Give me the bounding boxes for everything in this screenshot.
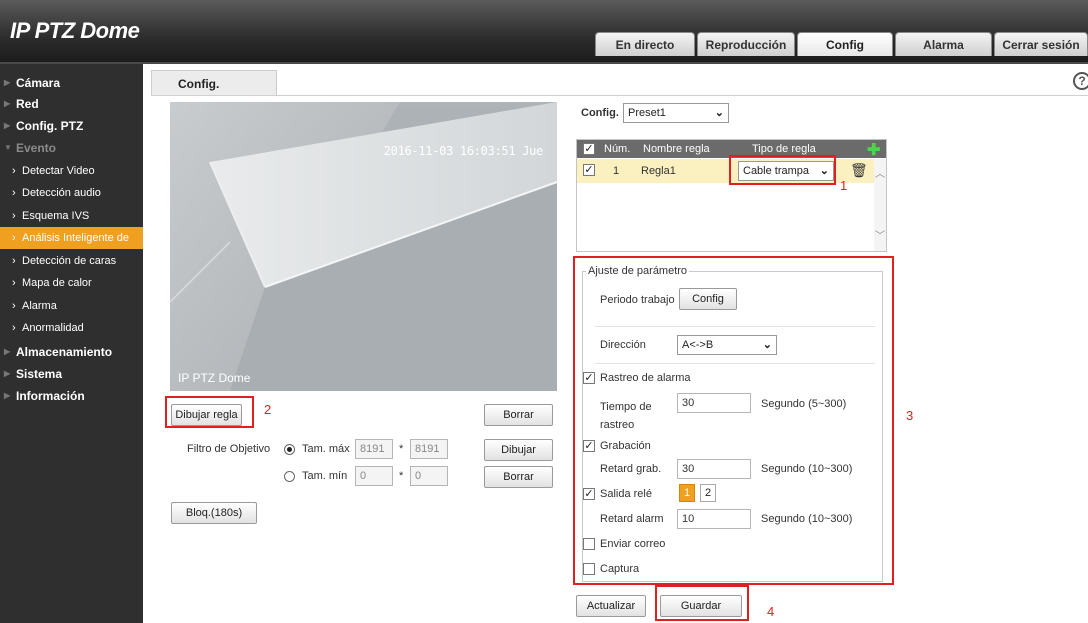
sidebar-item-label: Config. PTZ [16,119,84,133]
chevron-right-icon: › [12,322,16,334]
rule-name: Regla1 [641,165,676,177]
tab-alarm[interactable]: Alarma [895,32,992,56]
draw-filter-button[interactable]: Dibujar [484,439,553,461]
select-all-checkbox[interactable]: ✓ [583,143,595,155]
video-timestamp: 2016-11-03 16:03:51 Jue [383,144,544,158]
tab-underline [151,95,1088,96]
header-divider [0,62,1088,64]
chevron-down-icon: ⌄ [714,107,724,119]
col-header-num: Núm. [604,143,631,155]
sidebar-item-label: Detectar Video [22,165,95,177]
chevron-right-icon: › [12,300,16,312]
triangle-right-icon: ▶ [4,121,11,130]
tab-config[interactable]: Config [797,32,893,56]
sidebar: ▶ Cámara ▶ Red ▶ Config. PTZ ▼ Evento › Detec… [0,64,143,623]
sidebar-item-alarma[interactable]: › Alarma [0,295,143,317]
min-size-height-input[interactable]: 0 [410,466,448,486]
triangle-right-icon: ▶ [4,369,11,378]
max-size-radio[interactable] [284,444,295,455]
tab-playback[interactable]: Reproducción [697,32,795,56]
sidebar-item-label: Detección audio [22,187,101,199]
video-preview[interactable]: 2016-11-03 16:03:51 Jue IP PTZ Dome [170,102,557,391]
sidebar-item-sistema[interactable]: ▶ Sistema [0,363,143,385]
sidebar-item-analisis-inteligente[interactable]: › Análisis Inteligente de [0,227,143,249]
max-size-label: Tam. máx [302,443,350,455]
video-channel-name: IP PTZ Dome [178,371,251,385]
sidebar-item-mapa-calor[interactable]: › Mapa de calor [0,272,143,294]
col-header-name: Nombre regla [643,143,710,155]
tab-live[interactable]: En directo [595,32,695,56]
sidebar-item-label: Detección de caras [22,255,117,267]
sidebar-item-label: Red [16,97,39,111]
annotation-number: 4 [767,604,775,619]
col-header-type: Tipo de regla [752,143,816,155]
preset-select-value: Preset1 [628,107,666,119]
sidebar-item-label: Mapa de calor [22,277,92,289]
sidebar-item-label: Almacenamiento [16,345,113,359]
target-filter-label: Filtro de Objetivo [187,443,271,455]
lock-button[interactable]: Bloq.(180s) [171,502,257,524]
min-size-radio[interactable] [284,471,295,482]
add-rule-icon[interactable]: ✚ [867,140,880,160]
triangle-right-icon: ▶ [4,99,11,108]
config-select-label: Config. [581,107,619,119]
highlight-box-2 [165,396,254,428]
min-size-width-input[interactable]: 0 [355,466,393,486]
scroll-up-icon[interactable]: ︿ [875,165,885,180]
rule-table-scrollbar[interactable]: ︿ ﹀ [874,159,886,251]
min-size-label: Tam. mín [302,470,348,482]
sidebar-item-label: Sistema [16,367,63,381]
sidebar-item-red[interactable]: ▶ Red [0,93,143,115]
sidebar-item-deteccion-audio[interactable]: › Detección audio [0,182,143,204]
tab-config-page[interactable]: Config. [151,70,277,96]
max-size-height-input[interactable]: 8191 [410,439,448,459]
sidebar-item-label: Análisis Inteligente de [22,232,130,244]
highlight-box-4 [655,585,749,621]
chevron-right-icon: › [12,277,16,289]
sidebar-item-evento[interactable]: ▼ Evento [0,137,143,159]
size-separator: * [399,470,404,482]
sidebar-item-label: Información [16,389,85,403]
help-icon[interactable]: ? [1073,72,1088,90]
triangle-down-icon: ▼ [4,143,12,152]
sidebar-item-almacenamiento[interactable]: ▶ Almacenamiento [0,341,143,363]
sidebar-item-detectar-video[interactable]: › Detectar Video [0,160,143,182]
sidebar-item-anormalidad[interactable]: › Anormalidad [0,317,143,339]
chevron-right-icon: › [12,187,16,199]
max-size-width-input[interactable]: 8191 [355,439,393,459]
triangle-right-icon: ▶ [4,347,11,356]
annotation-number: 3 [906,408,914,423]
annotation-number: 2 [264,402,272,417]
chevron-right-icon: › [12,165,16,177]
preset-select[interactable]: Preset1 ⌄ [623,103,729,123]
sidebar-item-informacion[interactable]: ▶ Información [0,385,143,407]
triangle-right-icon: ▶ [4,391,11,400]
chevron-right-icon: › [12,232,16,244]
product-logo: IP PTZ Dome [10,18,140,43]
size-separator: * [399,443,404,455]
sidebar-item-label: Anormalidad [22,322,84,334]
trash-icon[interactable]: 🗑 [850,162,868,179]
clear-rule-button[interactable]: Borrar [484,404,553,426]
highlight-box-3 [573,256,894,585]
chevron-right-icon: › [12,210,16,222]
refresh-button[interactable]: Actualizar [576,595,646,617]
rule-num: 1 [613,165,620,177]
sidebar-item-label: Evento [16,141,57,155]
sidebar-item-deteccion-caras[interactable]: › Detección de caras [0,250,143,272]
annotation-number: 1 [840,178,848,193]
sidebar-item-label: Esquema IVS [22,210,90,222]
highlight-box-1 [729,155,836,185]
sidebar-item-camara[interactable]: ▶ Cámara [0,72,143,94]
clear-filter-button[interactable]: Borrar [484,466,553,488]
scroll-down-icon[interactable]: ﹀ [875,227,885,242]
sidebar-item-esquema-ivs[interactable]: › Esquema IVS [0,205,143,227]
tab-logout[interactable]: Cerrar sesión [994,32,1088,56]
chevron-right-icon: › [12,255,16,267]
row-checkbox[interactable]: ✓ [583,164,595,176]
sidebar-item-label: Alarma [22,300,57,312]
sidebar-item-label: Cámara [16,76,61,90]
triangle-right-icon: ▶ [4,78,11,87]
sidebar-item-config-ptz[interactable]: ▶ Config. PTZ [0,115,143,137]
